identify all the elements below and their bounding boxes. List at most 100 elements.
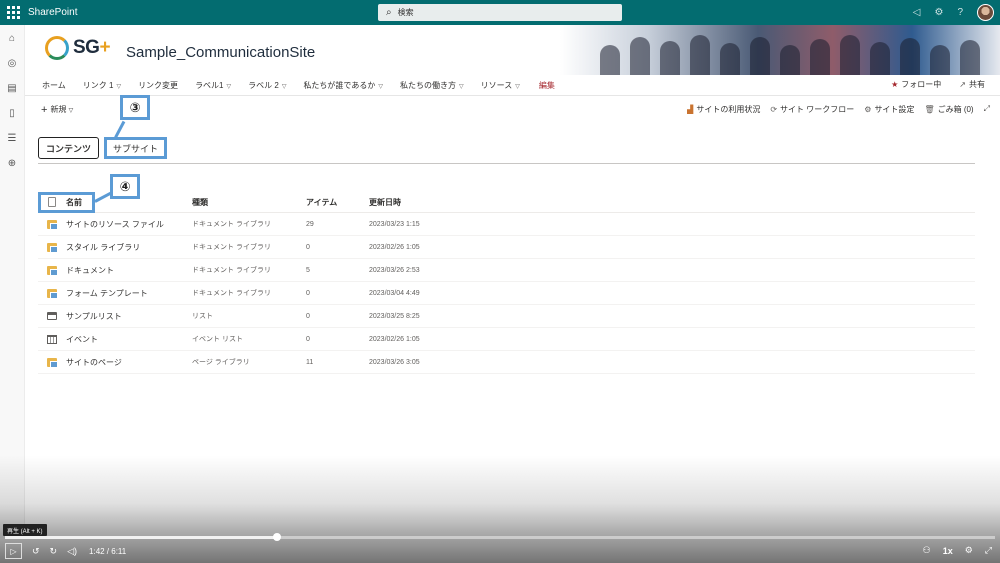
table-row[interactable]: スタイル ライブラリ ドキュメント ライブラリ 0 2023/02/26 1:0… xyxy=(38,236,975,259)
plus-icon: + xyxy=(41,104,48,116)
search-box[interactable]: ⌕ 検索 xyxy=(378,4,622,21)
nav-item-label1[interactable]: ラベル1 ▽ xyxy=(195,80,231,91)
search-icon: ⌕ xyxy=(386,7,392,18)
expand-icon[interactable]: ⤢ xyxy=(984,104,990,115)
site-settings-button[interactable]: ⚙ サイト設定 xyxy=(864,104,914,115)
list-icon xyxy=(38,312,66,320)
row-modified: 2023/03/23 1:15 xyxy=(369,220,420,228)
table-row[interactable]: サンプルリスト リスト 0 2023/03/25 8:25 xyxy=(38,305,975,328)
tab-contents[interactable]: コンテンツ xyxy=(38,137,100,159)
library-icon xyxy=(38,242,66,253)
nav-item-link-change[interactable]: リンク変更 xyxy=(138,80,178,91)
create-icon[interactable]: ⊕ xyxy=(5,156,19,170)
site-navigation: ホーム リンク 1 ▽ リンク変更 ラベル1 ▽ ラベル 2 ▽ 私たちが誰であるか ▽… xyxy=(25,76,1000,96)
new-button[interactable]: + 新規 ▽ xyxy=(41,104,73,116)
logo-plus: + xyxy=(99,37,111,58)
news-icon[interactable]: ▤ xyxy=(5,81,19,95)
row-items: 0 xyxy=(306,312,310,320)
row-name[interactable]: サイトのページ xyxy=(66,357,192,368)
row-name[interactable]: ドキュメント xyxy=(66,265,192,276)
nav-item-resources[interactable]: リソース ▽ xyxy=(481,80,520,91)
gear-icon[interactable]: ⚙ xyxy=(965,545,973,556)
row-modified: 2023/02/26 1:05 xyxy=(369,243,420,251)
command-bar: + 新規 ▽ ▟ サイトの利用状況 ⟳ サイト ワークフロー ⚙ サイト設定 🗑 ごみ箱 … xyxy=(25,99,1000,119)
volume-icon[interactable]: ◁) xyxy=(67,546,77,557)
callout-3: ③ xyxy=(120,95,150,120)
app-name[interactable]: SharePoint xyxy=(28,7,77,18)
row-name[interactable]: イベント xyxy=(66,334,192,345)
row-items: 5 xyxy=(306,266,310,274)
row-type: ドキュメント ライブラリ xyxy=(192,244,271,251)
library-icon xyxy=(38,265,66,276)
tab-subsites[interactable]: サブサイト xyxy=(104,137,168,159)
row-name[interactable]: サンプルリスト xyxy=(66,311,192,322)
play-icon[interactable]: ▷ xyxy=(5,543,22,559)
pivot-tabs: コンテンツ サブサイト xyxy=(38,137,168,159)
forward-icon[interactable]: ↻ xyxy=(50,546,58,557)
lists-icon[interactable]: ☰ xyxy=(5,131,19,145)
site-logo[interactable]: SG + xyxy=(45,36,111,60)
follow-button[interactable]: ★ フォロー中 xyxy=(891,79,941,90)
site-usage-button[interactable]: ▟ サイトの利用状況 xyxy=(687,104,760,115)
row-name[interactable]: フォーム テンプレート xyxy=(66,288,192,299)
table-row[interactable]: サイトのページ ページ ライブラリ 11 2023/03/26 3:05 xyxy=(38,351,975,374)
row-type: ドキュメント ライブラリ xyxy=(192,221,271,228)
progress-fill xyxy=(5,536,278,539)
row-type: ページ ライブラリ xyxy=(192,359,250,366)
globe-icon[interactable]: ◎ xyxy=(5,56,19,70)
nav-item-label2[interactable]: ラベル 2 ▽ xyxy=(248,80,286,91)
progress-bar[interactable] xyxy=(5,533,995,541)
recycle-bin-button[interactable]: 🗑 ごみ箱 (0) xyxy=(924,104,973,115)
gear-icon[interactable]: ⚙ xyxy=(934,7,943,18)
row-name[interactable]: スタイル ライブラリ xyxy=(66,242,192,253)
table-row[interactable]: イベント イベント リスト 0 2023/02/26 1:05 xyxy=(38,328,975,351)
table-row[interactable]: サイトのリソース ファイル ドキュメント ライブラリ 29 2023/03/23… xyxy=(38,213,975,236)
site-workflow-button[interactable]: ⟳ サイト ワークフロー xyxy=(770,104,854,115)
chevron-down-icon: ▽ xyxy=(68,108,74,114)
row-type: ドキュメント ライブラリ xyxy=(192,290,271,297)
chevron-down-icon: ▽ xyxy=(515,84,520,90)
name-header-highlight xyxy=(38,192,95,213)
site-title[interactable]: Sample_CommunicationSite xyxy=(126,44,315,61)
callout-3-connector xyxy=(114,120,126,139)
player-controls: ▷ ↺ ↻ ◁) 1:42 / 6:11 ⚇ 1x ⚙ ⤢ xyxy=(0,542,1000,560)
workflow-icon: ⟳ xyxy=(770,105,778,114)
header-modified[interactable]: 更新日時 xyxy=(369,197,569,208)
captions-icon[interactable]: ⚇ xyxy=(923,545,931,556)
document-icon[interactable]: ▯ xyxy=(5,106,19,120)
row-name[interactable]: サイトのリソース ファイル xyxy=(66,219,192,230)
row-type: ドキュメント ライブラリ xyxy=(192,267,271,274)
app-launcher-icon[interactable] xyxy=(0,0,26,25)
header-type[interactable]: 種類 xyxy=(192,197,306,208)
nav-item-how-we-work[interactable]: 私たちの働き方 ▽ xyxy=(400,80,464,91)
nav-edit-link[interactable]: 編集 xyxy=(539,80,555,91)
share-button[interactable]: ↗ 共有 xyxy=(959,79,985,90)
home-icon[interactable]: ⌂ xyxy=(5,31,19,45)
time-display: 1:42 / 6:11 xyxy=(89,546,127,556)
library-icon xyxy=(38,219,66,230)
table-header: 名前 種類 アイテム 更新日時 xyxy=(38,192,975,213)
nav-item-who-we-are[interactable]: 私たちが誰であるか ▽ xyxy=(303,80,383,91)
playback-speed[interactable]: 1x xyxy=(943,546,953,556)
rewind-icon[interactable]: ↺ xyxy=(32,546,40,557)
row-modified: 2023/03/04 4:49 xyxy=(369,289,420,297)
row-items: 0 xyxy=(306,335,310,343)
header-banner-image xyxy=(560,25,1000,75)
search-placeholder: 検索 xyxy=(397,8,414,17)
avatar[interactable] xyxy=(977,4,994,21)
header-items[interactable]: アイテム xyxy=(306,197,369,208)
megaphone-icon[interactable]: ◁ xyxy=(913,7,921,18)
nav-item-home[interactable]: ホーム xyxy=(42,80,66,91)
site-contents-table: 名前 種類 アイテム 更新日時 サイトのリソース ファイル ドキュメント ライブ… xyxy=(38,192,975,374)
help-icon[interactable]: ? xyxy=(957,7,963,18)
nav-item-link1[interactable]: リンク 1 ▽ xyxy=(83,80,121,91)
table-row[interactable]: フォーム テンプレート ドキュメント ライブラリ 0 2023/03/04 4:… xyxy=(38,282,975,305)
row-items: 0 xyxy=(306,243,310,251)
gear-icon: ⚙ xyxy=(864,105,872,114)
fullscreen-icon[interactable]: ⤢ xyxy=(985,545,992,556)
table-row[interactable]: ドキュメント ドキュメント ライブラリ 5 2023/03/26 2:53 xyxy=(38,259,975,282)
row-modified: 2023/03/26 2:53 xyxy=(369,266,420,274)
star-icon: ★ xyxy=(891,80,899,89)
chevron-down-icon: ▽ xyxy=(378,84,383,90)
row-modified: 2023/02/26 1:05 xyxy=(369,335,420,343)
